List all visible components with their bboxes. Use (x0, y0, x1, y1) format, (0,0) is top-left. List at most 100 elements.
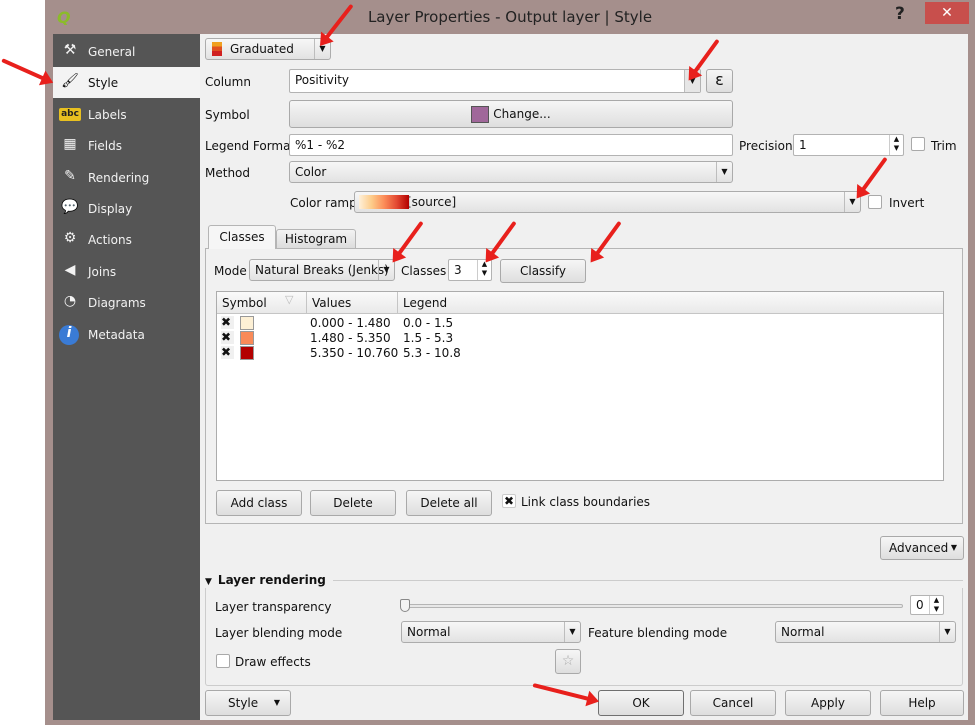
class-legend[interactable]: 0.0 - 1.5 (403, 316, 453, 330)
transparency-slider[interactable] (400, 599, 903, 612)
expression-button[interactable]: ε (706, 69, 733, 93)
layer-blending-select[interactable]: Normal ▼ (401, 621, 581, 643)
tools-icon: ⚒ (63, 42, 77, 58)
method-select[interactable]: Color ▼ (289, 161, 733, 183)
cancel-button[interactable]: Cancel (690, 690, 776, 716)
classes-table: Symbol ▽ Values Legend ✖ 0.000 - 1.480 0.0… (216, 291, 944, 481)
color-ramp-label: Color ramp (290, 196, 357, 210)
link-class-boundaries-checkbox[interactable]: ✖ (502, 494, 516, 508)
mode-select[interactable]: Natural Breaks (Jenks) ▼ (249, 259, 395, 281)
sidebar-item-label: Fields (88, 139, 122, 154)
join-icon: ◀ (64, 261, 76, 278)
class-row[interactable]: ✖ 1.480 - 5.350 1.5 - 5.3 (217, 331, 943, 346)
column-header-values[interactable]: Values (312, 296, 351, 310)
column-header-legend[interactable]: Legend (403, 296, 447, 310)
star-icon: ☆ (561, 653, 575, 669)
class-visible-checkbox[interactable]: ✖ (221, 316, 234, 329)
sidebar-item-display[interactable]: 💬 Display (53, 193, 200, 224)
help-icon[interactable]: ? (895, 4, 905, 24)
sidebar-item-metadata[interactable]: i Metadata (53, 319, 200, 350)
trim-label: Trim (931, 139, 957, 153)
sidebar-item-joins[interactable]: ◀ Joins (53, 256, 200, 287)
column-select[interactable]: Positivity ▼ (289, 69, 701, 93)
sidebar-item-fields[interactable]: ▦ Fields (53, 130, 200, 161)
draw-effects-checkbox[interactable] (216, 654, 230, 668)
style-menu-button[interactable]: Style ▼ (205, 690, 291, 716)
column-value: Positivity (295, 73, 350, 87)
add-class-button[interactable]: Add class (216, 490, 302, 516)
tab-histogram[interactable]: Histogram (276, 229, 356, 249)
class-values[interactable]: 0.000 - 1.480 (310, 316, 391, 330)
chevron-down-icon[interactable]: ▼ (378, 260, 394, 280)
transparency-value: 0 (916, 598, 924, 612)
sort-indicator-icon: ▽ (285, 293, 294, 306)
close-button[interactable]: ✕ (925, 2, 969, 24)
legend-format-input[interactable]: %1 - %2 (289, 134, 733, 156)
sidebar-item-actions[interactable]: ⚙ Actions (53, 224, 200, 255)
sidebar-item-general[interactable]: ⚒ General (53, 36, 200, 67)
sidebar-item-labels[interactable]: abc Labels (53, 99, 200, 130)
style-menu-label: Style (228, 696, 259, 710)
draw-effects-label: Draw effects (235, 655, 311, 669)
sidebar-item-label: Labels (88, 107, 127, 122)
ok-button[interactable]: OK (598, 690, 684, 716)
classes-panel: Mode Natural Breaks (Jenks) ▼ Classes 3 … (205, 248, 963, 524)
column-header-symbol[interactable]: Symbol (222, 296, 267, 310)
column-label: Column (205, 75, 251, 89)
sidebar-item-diagrams[interactable]: ◔ Diagrams (53, 287, 200, 318)
color-ramp-select[interactable]: [source] ▼ (354, 191, 861, 213)
class-row[interactable]: ✖ 0.000 - 1.480 0.0 - 1.5 (217, 316, 943, 331)
precision-value: 1 (799, 138, 807, 152)
class-legend[interactable]: 1.5 - 5.3 (403, 331, 453, 345)
tab-classes[interactable]: Classes (208, 225, 276, 249)
class-legend[interactable]: 5.3 - 10.8 (403, 346, 461, 360)
gear-play-icon: ⚙ (63, 230, 77, 247)
apply-button[interactable]: Apply (785, 690, 871, 716)
sidebar-item-label: Actions (88, 233, 132, 248)
invert-checkbox[interactable] (868, 195, 882, 209)
dialog-window: Q Layer Properties - Output layer | Styl… (45, 0, 975, 725)
class-values[interactable]: 5.350 - 10.760 (310, 346, 398, 360)
delete-all-button[interactable]: Delete all (406, 490, 492, 516)
class-row[interactable]: ✖ 5.350 - 10.760 5.3 - 10.8 (217, 346, 943, 361)
feature-blending-select[interactable]: Normal ▼ (775, 621, 956, 643)
renderer-select[interactable]: Graduated ▼ (205, 38, 331, 60)
delete-button[interactable]: Delete (310, 490, 396, 516)
class-color-swatch[interactable] (240, 346, 254, 360)
color-ramp-preview (359, 195, 409, 209)
spin-arrows-icon[interactable]: ▲ ▼ (929, 596, 943, 614)
precision-spinbox[interactable]: 1 ▲ ▼ (793, 134, 904, 156)
spin-arrows-icon[interactable]: ▲ ▼ (889, 135, 903, 155)
sidebar-item-label: Display (88, 202, 133, 216)
method-label: Method (205, 166, 251, 180)
change-symbol-button[interactable]: Change... (289, 100, 733, 128)
class-visible-checkbox[interactable]: ✖ (221, 331, 234, 344)
transparency-label: Layer transparency (215, 600, 332, 614)
chevron-down-icon[interactable]: ▼ (939, 622, 955, 642)
sidebar-item-rendering[interactable]: ✎ Rendering (53, 162, 200, 193)
class-color-swatch[interactable] (240, 316, 254, 330)
effects-star-button[interactable]: ☆ (555, 649, 581, 674)
advanced-button[interactable]: Advanced ▼ (880, 536, 964, 560)
trim-checkbox[interactable] (911, 137, 925, 151)
sidebar-item-style[interactable]: 🖌 Style (53, 67, 200, 99)
chevron-down-icon[interactable]: ▼ (564, 622, 580, 642)
speech-bubble-icon: 💬 (61, 199, 79, 215)
collapse-triangle-icon: ▼ (205, 577, 212, 587)
help-button[interactable]: Help (880, 690, 964, 716)
advanced-label: Advanced (889, 541, 949, 555)
sidebar-item-label: Diagrams (88, 296, 146, 311)
precision-label: Precision (739, 139, 793, 153)
class-values[interactable]: 1.480 - 5.350 (310, 331, 391, 345)
chevron-down-icon[interactable]: ▼ (716, 162, 732, 182)
mode-label: Mode (214, 264, 247, 278)
class-color-swatch[interactable] (240, 331, 254, 345)
transparency-spinbox[interactable]: 0 ▲ ▼ (910, 595, 944, 615)
title-bar: Q Layer Properties - Output layer | Styl… (45, 0, 975, 34)
column-divider (397, 292, 398, 314)
class-visible-checkbox[interactable]: ✖ (221, 346, 234, 359)
classify-button[interactable]: Classify (500, 259, 586, 283)
slider-handle[interactable] (400, 599, 410, 612)
link-class-boundaries-label: Link class boundaries (521, 495, 651, 509)
layer-rendering-header[interactable]: ▼ Layer rendering (205, 573, 326, 587)
